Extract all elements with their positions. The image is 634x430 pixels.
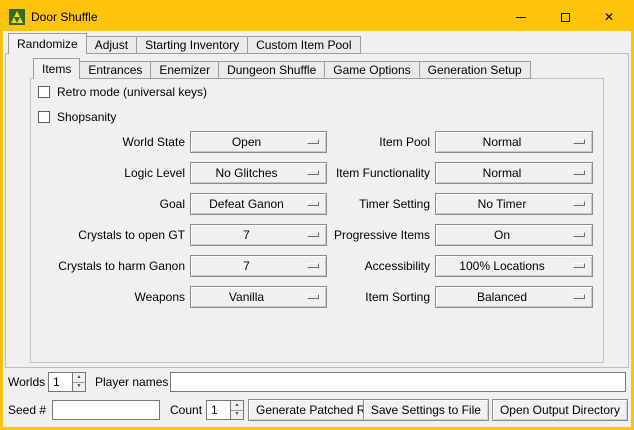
progressive-items-value: On <box>494 228 510 242</box>
item-functionality-label: Item Functionality <box>283 166 430 180</box>
crystals-gt-value: 7 <box>243 228 250 242</box>
maximize-icon <box>561 13 570 22</box>
tab-adjust[interactable]: Adjust <box>86 36 137 54</box>
tab-generation-setup[interactable]: Generation Setup <box>419 61 531 79</box>
progressive-items-dropdown[interactable]: On <box>435 224 593 246</box>
spin-up-icon: ▲ <box>235 403 240 408</box>
goal-value: Defeat Ganon <box>209 197 284 211</box>
retro-mode-row: Retro mode (universal keys) <box>38 85 207 99</box>
caption-buttons: ✕ <box>499 3 631 31</box>
count-spinner[interactable]: 1 ▲ ▼ <box>206 400 244 420</box>
item-functionality-row: Item Functionality Normal <box>283 162 593 184</box>
maximize-button[interactable] <box>543 3 587 31</box>
accessibility-dropdown[interactable]: 100% Locations <box>435 255 593 277</box>
item-functionality-value: Normal <box>483 166 522 180</box>
retro-mode-checkbox[interactable] <box>38 86 50 98</box>
main-tab-bar: Randomize Adjust Starting Inventory Cust… <box>8 33 360 54</box>
minimize-icon <box>516 17 526 18</box>
tab-dungeon-shuffle[interactable]: Dungeon Shuffle <box>218 61 325 79</box>
dropdown-indicator-icon <box>573 201 585 206</box>
randomize-tab-bar: Items Entrances Enemizer Dungeon Shuffle… <box>33 58 530 79</box>
weapons-value: Vanilla <box>229 290 264 304</box>
close-button[interactable]: ✕ <box>587 3 631 31</box>
player-names-input[interactable] <box>170 372 626 392</box>
progressive-items-label: Progressive Items <box>283 228 430 242</box>
dropdown-indicator-icon <box>573 139 585 144</box>
save-settings-button[interactable]: Save Settings to File <box>363 399 489 421</box>
item-pool-dropdown[interactable]: Normal <box>435 131 593 153</box>
count-label: Count <box>170 400 202 420</box>
goal-label: Goal <box>33 197 185 211</box>
dropdown-indicator-icon <box>573 170 585 175</box>
item-pool-label: Item Pool <box>283 135 430 149</box>
weapons-label: Weapons <box>33 290 185 304</box>
accessibility-row: Accessibility 100% Locations <box>283 255 593 277</box>
progressive-items-row: Progressive Items On <box>283 224 593 246</box>
timer-setting-dropdown[interactable]: No Timer <box>435 193 593 215</box>
player-names-label: Player names <box>95 372 168 392</box>
timer-setting-row: Timer Setting No Timer <box>283 193 593 215</box>
accessibility-label: Accessibility <box>283 259 430 273</box>
item-sorting-label: Item Sorting <box>283 290 430 304</box>
count-spinner-arrows: ▲ ▼ <box>230 401 243 419</box>
spin-down-icon: ▼ <box>77 384 82 389</box>
logic-level-value: No Glitches <box>215 166 277 180</box>
shopsanity-row: Shopsanity <box>38 110 116 124</box>
spin-up-icon: ▲ <box>77 375 82 380</box>
tab-custom-item-pool[interactable]: Custom Item Pool <box>247 36 360 54</box>
world-state-value: Open <box>232 135 261 149</box>
item-sorting-row: Item Sorting Balanced <box>283 286 593 308</box>
dropdown-indicator-icon <box>573 263 585 268</box>
titlebar[interactable]: Door Shuffle ✕ <box>3 3 631 31</box>
worlds-label: Worlds <box>8 372 45 392</box>
app-icon <box>9 9 25 25</box>
open-output-directory-button[interactable]: Open Output Directory <box>492 399 628 421</box>
right-options-column: Item Pool Normal Item Functionality Norm… <box>283 131 593 317</box>
tab-game-options[interactable]: Game Options <box>324 61 419 79</box>
window-title: Door Shuffle <box>31 10 98 24</box>
tab-starting-inventory[interactable]: Starting Inventory <box>136 36 248 54</box>
window-content: Randomize Adjust Starting Inventory Cust… <box>3 31 631 427</box>
seed-label: Seed # <box>8 400 46 420</box>
item-pool-row: Item Pool Normal <box>283 131 593 153</box>
tab-items[interactable]: Items <box>33 58 80 79</box>
timer-setting-label: Timer Setting <box>283 197 430 211</box>
worlds-spinner-arrows: ▲ ▼ <box>72 373 85 391</box>
world-state-label: World State <box>33 135 185 149</box>
item-sorting-value: Balanced <box>477 290 527 304</box>
seed-input[interactable] <box>52 400 160 420</box>
item-functionality-dropdown[interactable]: Normal <box>435 162 593 184</box>
dropdown-indicator-icon <box>573 232 585 237</box>
worlds-spinner[interactable]: 1 ▲ ▼ <box>48 372 86 392</box>
worlds-spin-up-button[interactable]: ▲ <box>73 373 85 383</box>
crystals-ganon-label: Crystals to harm Ganon <box>33 259 185 273</box>
crystals-gt-label: Crystals to open GT <box>33 228 185 242</box>
accessibility-value: 100% Locations <box>459 259 544 273</box>
shopsanity-label: Shopsanity <box>57 110 116 124</box>
door-shuffle-window: Door Shuffle ✕ Randomize Adjust Starting… <box>0 0 634 430</box>
timer-setting-value: No Timer <box>478 197 527 211</box>
item-sorting-dropdown[interactable]: Balanced <box>435 286 593 308</box>
retro-mode-label: Retro mode (universal keys) <box>57 85 207 99</box>
tab-enemizer[interactable]: Enemizer <box>150 61 219 79</box>
logic-level-label: Logic Level <box>33 166 185 180</box>
spin-down-icon: ▼ <box>235 412 240 417</box>
count-spin-down-button[interactable]: ▼ <box>231 411 243 420</box>
dropdown-indicator-icon <box>573 294 585 299</box>
worlds-spin-down-button[interactable]: ▼ <box>73 383 85 392</box>
tab-randomize[interactable]: Randomize <box>8 33 87 54</box>
worlds-value: 1 <box>53 373 60 391</box>
shopsanity-checkbox[interactable] <box>38 111 50 123</box>
minimize-button[interactable] <box>499 3 543 31</box>
count-spin-up-button[interactable]: ▲ <box>231 401 243 411</box>
item-pool-value: Normal <box>483 135 522 149</box>
crystals-ganon-value: 7 <box>243 259 250 273</box>
output-buttons: Save Settings to File Open Output Direct… <box>363 399 628 421</box>
tab-entrances[interactable]: Entrances <box>79 61 151 79</box>
count-value: 1 <box>211 401 218 419</box>
close-icon: ✕ <box>604 11 614 23</box>
